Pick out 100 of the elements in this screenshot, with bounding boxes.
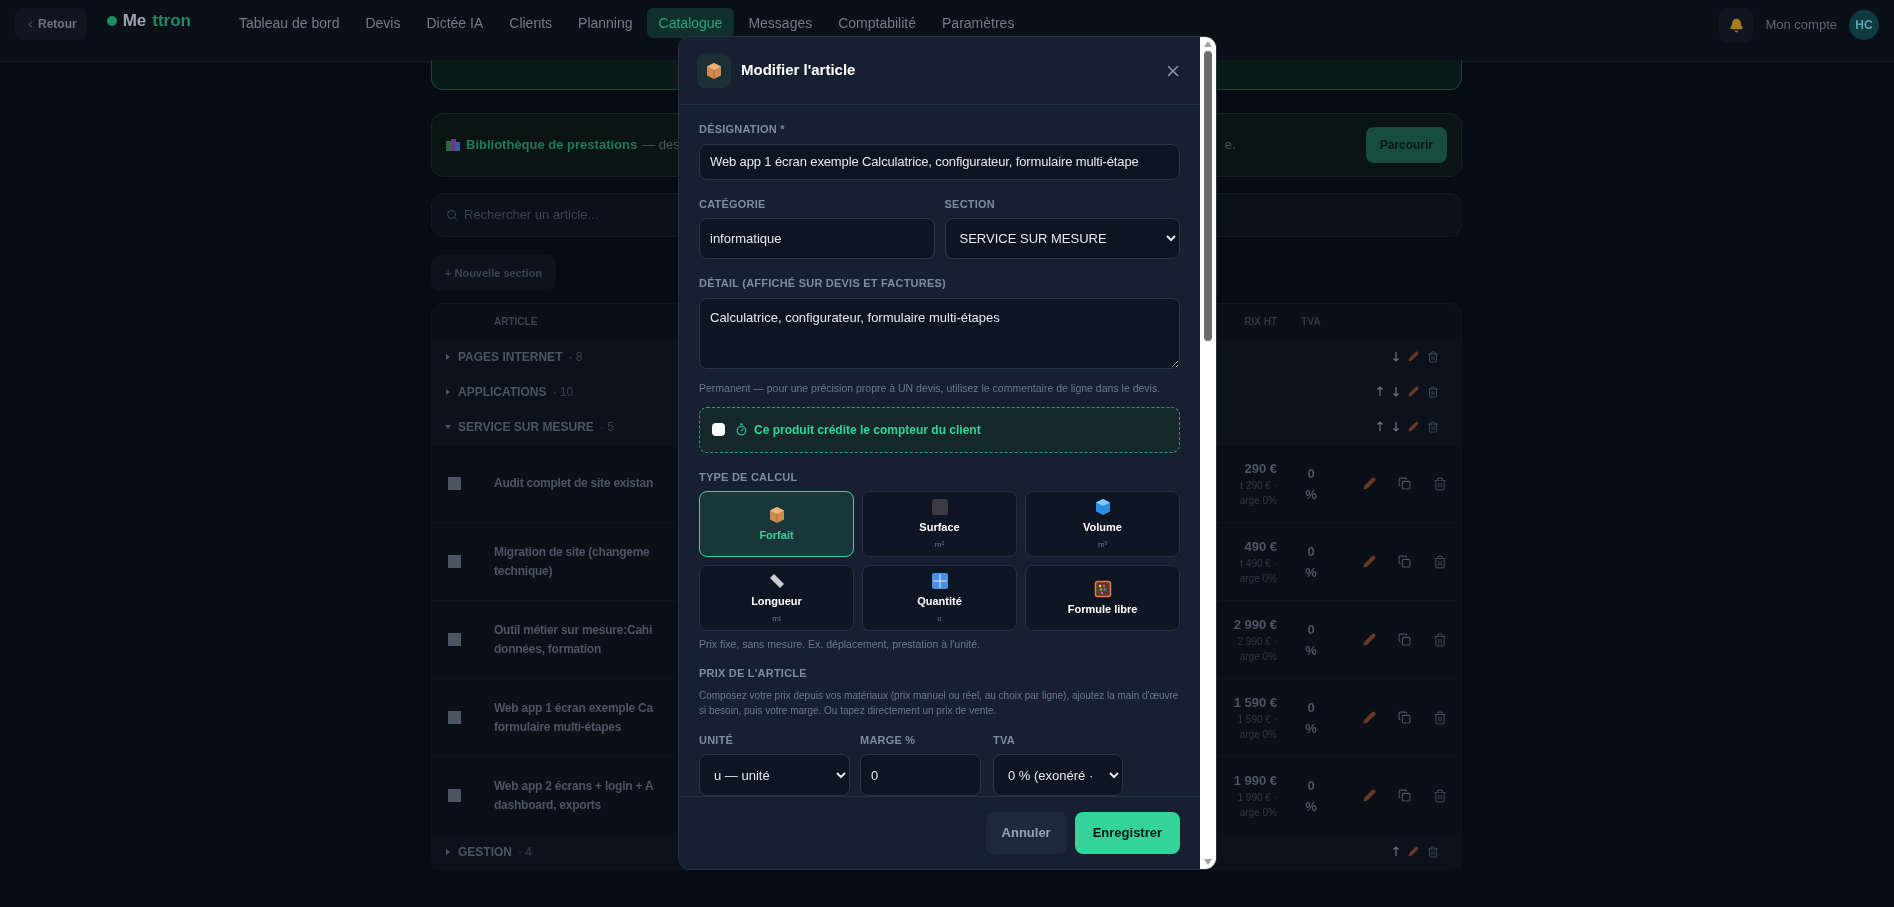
section-name[interactable]: SERVICE SUR MESURE (458, 417, 594, 436)
calc-hint: Prix fixe, sans mesure. Ex. déplacement, prestation à l'unité. (699, 637, 981, 653)
arrow-down-icon[interactable] (1392, 386, 1400, 397)
trash-icon[interactable] (1433, 476, 1447, 491)
duplicate-icon[interactable] (1398, 477, 1411, 490)
trash-icon[interactable] (1427, 385, 1439, 398)
account-label[interactable]: Mon compte (1765, 15, 1837, 35)
row-checkbox[interactable] (448, 633, 461, 646)
article-name: données, formation (494, 640, 603, 658)
nav-tab[interactable]: Tableau de bord (227, 8, 352, 38)
trash-icon[interactable] (1427, 845, 1439, 858)
article-name: Audit complet de site existan (494, 475, 655, 492)
caret-right-icon[interactable] (444, 352, 452, 361)
nav-tab[interactable]: Clients (497, 8, 565, 38)
scrollbar-thumb[interactable] (1204, 51, 1213, 341)
scroll-up-icon[interactable] (1204, 41, 1213, 47)
library-title[interactable]: Bibliothèque de prestations (466, 135, 638, 155)
designation-field[interactable]: Web app 1 écran exemple Calculatrice, configurateur, formulaire multi-étape (699, 143, 1181, 180)
arrow-up-icon[interactable] (1376, 421, 1384, 432)
section-name[interactable]: PAGES INTERNET (458, 347, 563, 366)
numbers-icon (930, 572, 949, 590)
caret-right-icon[interactable] (444, 387, 452, 396)
field-label: SECTION (944, 196, 996, 212)
calc-type-option[interactable]: Forfait (699, 491, 854, 558)
arrow-up-icon[interactable] (1392, 846, 1400, 857)
arrow-up-icon[interactable] (1376, 386, 1384, 397)
vat-select[interactable]: 0 % (exonéré · (993, 754, 1123, 796)
duplicate-icon[interactable] (1398, 555, 1411, 568)
logo-text: ttron (152, 10, 191, 32)
duplicate-icon[interactable] (1398, 789, 1411, 802)
field-label: DÉSIGNATION * (699, 122, 786, 137)
section-select[interactable]: SERVICE SUR MESURE (944, 218, 1181, 260)
abacus-icon (1093, 579, 1112, 598)
back-button[interactable]: Retour (15, 8, 87, 40)
pencil-icon[interactable] (1363, 711, 1376, 724)
nav-tab[interactable]: Catalogue (646, 8, 735, 38)
nav-tab[interactable]: Planning (566, 8, 645, 38)
arrow-down-icon[interactable] (1392, 351, 1400, 362)
scrollbar[interactable] (1200, 37, 1216, 869)
calc-type-option[interactable]: Surface m² (862, 491, 1018, 558)
pencil-icon[interactable] (1363, 477, 1376, 490)
library-text: e. (1224, 136, 1236, 155)
arrow-down-icon[interactable] (1392, 421, 1400, 432)
pencil-icon[interactable] (1408, 421, 1419, 432)
box-icon (767, 505, 786, 524)
pencil-icon[interactable] (1363, 555, 1376, 568)
vat-value: 0 % (1304, 698, 1318, 738)
caret-down-icon[interactable] (444, 422, 452, 431)
nav-tab[interactable]: Messages (736, 8, 825, 38)
pencil-icon[interactable] (1363, 789, 1376, 802)
duplicate-icon[interactable] (1398, 633, 1411, 646)
section-name[interactable]: GESTION (458, 842, 512, 861)
nav-tab[interactable]: Comptabilité (826, 8, 929, 38)
save-button[interactable]: Enregistrer (1074, 812, 1181, 854)
section-label: PRIX DE L'ARTICLE (699, 666, 808, 681)
calc-type-option[interactable]: Volume m³ (1025, 491, 1181, 558)
trash-icon[interactable] (1433, 632, 1447, 647)
category-field[interactable]: informatique (699, 218, 935, 260)
scroll-down-icon[interactable] (1204, 859, 1213, 865)
trash-icon[interactable] (1433, 710, 1447, 725)
calc-type-option[interactable]: Quantité u (862, 565, 1018, 632)
nav-tab[interactable]: Devis (353, 8, 413, 38)
pencil-icon[interactable] (1408, 386, 1419, 397)
caret-right-icon[interactable] (444, 847, 452, 856)
row-checkbox[interactable] (448, 789, 461, 802)
field-label: CATÉGORIE (699, 196, 767, 212)
trash-icon[interactable] (1433, 554, 1447, 569)
article-name: Web app 2 écrans + login + A (494, 777, 655, 795)
notification-button[interactable] (1719, 8, 1754, 42)
row-checkbox[interactable] (448, 477, 461, 490)
square-icon (930, 498, 949, 516)
price: 490 € (1244, 537, 1277, 556)
section-label: TYPE DE CALCUL (699, 469, 799, 485)
box-icon (705, 61, 723, 80)
row-checkbox[interactable] (448, 555, 461, 568)
article-name: Migration de site (changeme (494, 543, 651, 561)
trash-icon[interactable] (1433, 788, 1447, 803)
pencil-icon[interactable] (1363, 633, 1376, 646)
row-checkbox[interactable] (448, 711, 461, 724)
section-name[interactable]: APPLICATIONS (458, 382, 547, 401)
pencil-icon[interactable] (1408, 351, 1419, 362)
calc-type-option[interactable]: Longueur ml (699, 565, 854, 632)
margin-field[interactable]: 0 (860, 754, 981, 796)
pencil-icon[interactable] (1408, 846, 1419, 857)
cancel-button[interactable]: Annuler (985, 812, 1067, 854)
duplicate-icon[interactable] (1398, 711, 1411, 724)
field-label: UNITÉ (699, 732, 735, 748)
nav-tab[interactable]: Paramètres (930, 8, 1027, 38)
trash-icon[interactable] (1427, 350, 1439, 363)
article-name: technique) (494, 562, 554, 580)
counter-label[interactable]: Ce produit crédite le compteur du client (754, 420, 981, 439)
counter-checkbox[interactable] (712, 423, 725, 437)
nav-tab[interactable]: Dictée IA (414, 8, 496, 38)
books-icon (446, 139, 460, 151)
avatar[interactable]: HC (1849, 10, 1879, 40)
price: 1 590 € (1233, 693, 1277, 712)
detail-field[interactable]: Calculatrice, configurateur, formulaire multi-étapes (699, 297, 1181, 369)
calc-type-option[interactable]: Formule libre (1025, 565, 1181, 632)
trash-icon[interactable] (1427, 420, 1439, 433)
unit-select[interactable]: u — unité (699, 754, 850, 796)
